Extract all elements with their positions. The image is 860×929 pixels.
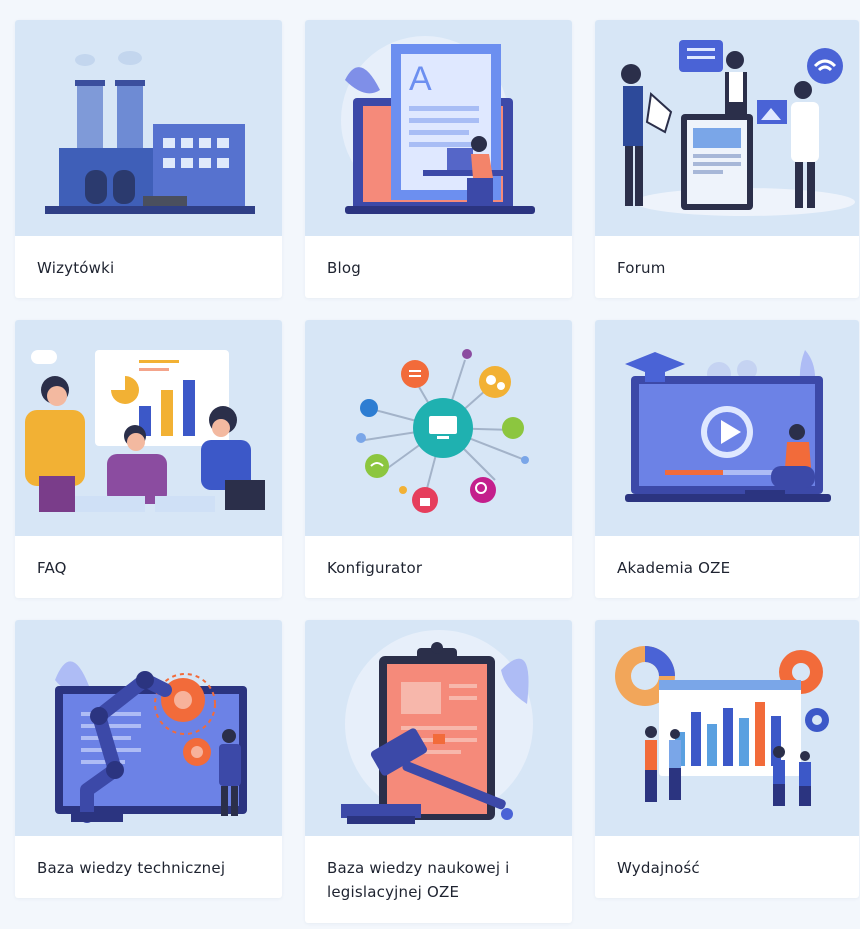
card-thumbnail: A (305, 20, 572, 236)
card-blog[interactable]: A Blog (305, 20, 572, 298)
card-wydajnosc[interactable]: Wydajność (595, 620, 859, 898)
section-grid: Wizytówki A Blog Forum FAQ Konfigurator … (15, 20, 860, 929)
card-thumbnail (15, 620, 282, 836)
card-label: Wydajność (617, 859, 700, 877)
factory-illustration-icon (45, 51, 255, 214)
faq-meeting-illustration-icon (25, 350, 265, 512)
configurator-network-illustration-icon (356, 349, 529, 513)
card-thumbnail (15, 320, 282, 536)
robot-arm-illustration-icon (55, 661, 247, 823)
card-thumbnail (305, 620, 572, 836)
card-baza-wiedzy-naukowej[interactable]: Baza wiedzy naukowej i legislacyjnej OZE (305, 620, 572, 923)
forum-people-illustration-icon (621, 40, 855, 216)
card-label: Baza wiedzy naukowej i legislacyjnej OZE (327, 859, 510, 901)
card-faq[interactable]: FAQ (15, 320, 282, 598)
card-forum[interactable]: Forum (595, 20, 859, 298)
card-thumbnail (15, 20, 282, 236)
svg-text:A: A (409, 60, 432, 98)
video-course-illustration-icon (625, 350, 831, 502)
card-thumbnail (595, 20, 859, 236)
clipboard-gavel-illustration-icon (341, 630, 533, 824)
card-thumbnail (595, 320, 859, 536)
blog-writer-illustration-icon: A (341, 36, 535, 214)
card-konfigurator[interactable]: Konfigurator (305, 320, 572, 598)
card-label: Konfigurator (327, 559, 423, 577)
card-thumbnail (595, 620, 859, 836)
card-baza-wiedzy-technicznej[interactable]: Baza wiedzy technicznej (15, 620, 282, 898)
card-akademia-oze[interactable]: Akademia OZE (595, 320, 859, 598)
card-wizytowki[interactable]: Wizytówki (15, 20, 282, 298)
card-thumbnail (305, 320, 572, 536)
performance-charts-illustration-icon (615, 646, 829, 806)
card-label: Wizytówki (37, 259, 115, 277)
card-label: Akademia OZE (617, 559, 731, 577)
card-label: FAQ (37, 559, 67, 577)
card-label: Baza wiedzy technicznej (37, 859, 226, 877)
card-label: Blog (327, 259, 361, 277)
card-label: Forum (617, 259, 666, 277)
